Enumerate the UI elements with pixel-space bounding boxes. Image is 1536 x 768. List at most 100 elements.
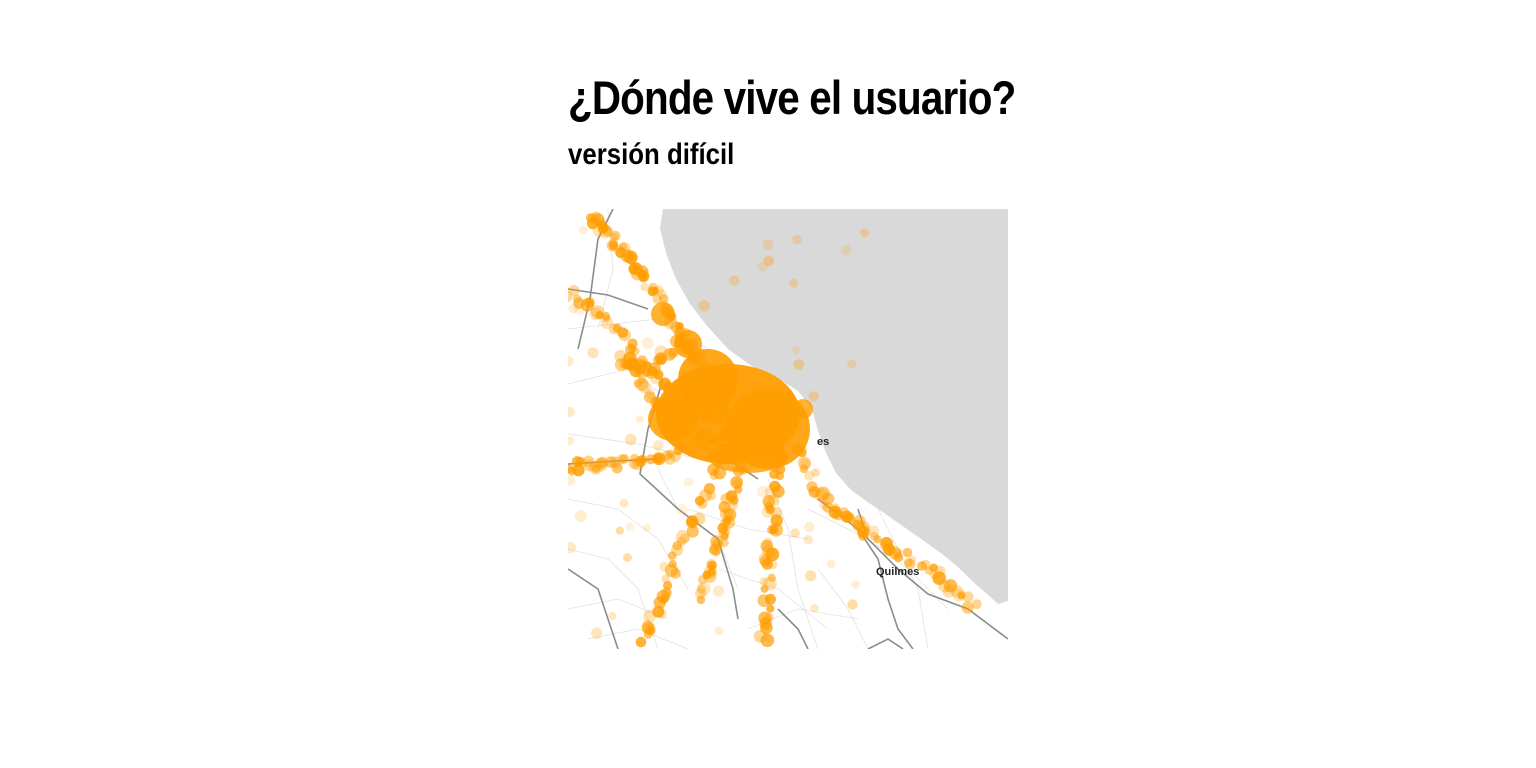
location-point xyxy=(760,633,775,648)
location-point xyxy=(789,278,799,288)
location-point xyxy=(628,263,641,275)
location-point xyxy=(792,234,802,245)
location-point xyxy=(847,599,858,610)
location-point xyxy=(587,347,599,359)
location-point xyxy=(762,239,774,251)
location-point xyxy=(698,300,710,312)
location-point xyxy=(869,531,879,541)
location-point xyxy=(659,561,670,572)
location-point xyxy=(653,440,664,451)
location-point xyxy=(771,453,781,462)
location-point xyxy=(619,498,629,508)
location-point xyxy=(642,619,651,628)
location-point xyxy=(703,397,717,411)
location-point xyxy=(714,626,724,636)
location-point xyxy=(680,370,690,380)
location-point xyxy=(614,358,628,372)
location-point xyxy=(841,244,852,256)
location-point xyxy=(847,359,857,369)
location-point xyxy=(766,604,775,613)
location-point xyxy=(584,297,595,308)
location-point xyxy=(722,373,734,385)
page-subtitle: versión difícil xyxy=(568,138,735,171)
location-point xyxy=(803,534,814,545)
location-point xyxy=(696,595,706,605)
location-point xyxy=(662,381,674,393)
location-point xyxy=(659,303,673,316)
location-point xyxy=(790,528,800,538)
location-point xyxy=(732,465,745,477)
location-point xyxy=(826,559,836,569)
location-point xyxy=(645,454,656,465)
location-point xyxy=(574,510,587,523)
location-point xyxy=(641,336,654,349)
location-point xyxy=(851,580,860,589)
location-point xyxy=(652,355,663,365)
location-point xyxy=(770,525,779,535)
location-point xyxy=(571,456,583,468)
location-point xyxy=(678,342,690,355)
location-point xyxy=(676,503,688,516)
location-point xyxy=(615,526,624,535)
label-cut: es xyxy=(817,436,829,448)
location-point xyxy=(633,357,643,366)
location-point xyxy=(805,570,817,582)
location-point xyxy=(804,471,815,481)
location-point xyxy=(635,415,645,424)
location-point xyxy=(962,591,974,603)
location-point xyxy=(702,384,713,395)
location-point xyxy=(684,441,698,455)
location-point xyxy=(608,238,619,248)
location-point xyxy=(859,520,871,532)
location-point xyxy=(643,629,653,639)
location-point xyxy=(683,400,693,409)
location-point xyxy=(619,242,628,251)
location-point xyxy=(756,485,769,497)
location-point xyxy=(738,449,750,462)
location-map[interactable]: Quilmes es xyxy=(568,209,1008,649)
location-point xyxy=(819,500,829,510)
location-point xyxy=(792,346,801,355)
location-point xyxy=(859,228,869,238)
location-point xyxy=(659,594,669,604)
location-point xyxy=(808,391,819,402)
location-point xyxy=(908,555,917,564)
location-point xyxy=(668,551,677,560)
location-point xyxy=(608,612,617,621)
location-point xyxy=(793,359,805,370)
location-point xyxy=(761,558,773,570)
location-point xyxy=(712,585,725,597)
location-point xyxy=(642,523,651,532)
location-point xyxy=(627,338,638,349)
location-point xyxy=(729,275,740,286)
location-point xyxy=(804,521,815,533)
location-point xyxy=(665,348,678,360)
location-point xyxy=(797,448,807,458)
location-point xyxy=(635,636,647,648)
map-canvas: Quilmes es xyxy=(568,209,1008,649)
location-point xyxy=(769,469,779,480)
page-title: ¿Dónde vive el usuario? xyxy=(568,71,1016,124)
location-point xyxy=(726,437,736,446)
location-point xyxy=(671,384,681,393)
location-point xyxy=(591,627,603,639)
location-point xyxy=(661,422,670,432)
location-point xyxy=(858,530,869,541)
location-point xyxy=(640,282,649,292)
location-point xyxy=(709,471,719,480)
location-point xyxy=(707,449,716,458)
location-point xyxy=(697,499,708,509)
location-point xyxy=(612,323,622,333)
location-point xyxy=(763,255,775,267)
location-point xyxy=(971,599,982,610)
location-point xyxy=(683,477,694,487)
location-point xyxy=(765,593,776,605)
location-point xyxy=(686,387,696,396)
location-point xyxy=(893,552,904,563)
location-point xyxy=(648,282,658,293)
location-point xyxy=(810,603,819,613)
location-point xyxy=(760,584,769,593)
location-point xyxy=(712,548,721,557)
location-point xyxy=(578,225,588,235)
location-point xyxy=(568,303,579,314)
